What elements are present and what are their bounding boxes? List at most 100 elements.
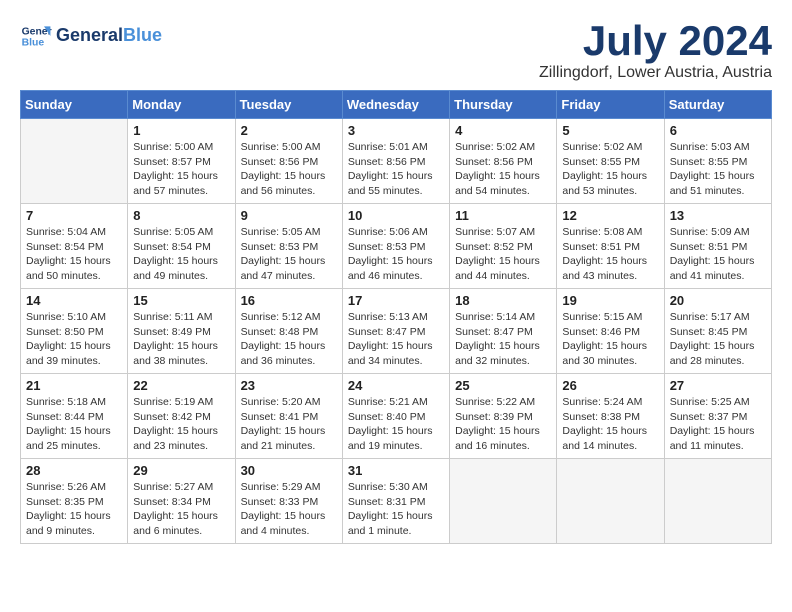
- calendar-cell: 30 Sunrise: 5:29 AM Sunset: 8:33 PM Dayli…: [235, 459, 342, 544]
- day-info: Sunrise: 5:10 AM Sunset: 8:50 PM Dayligh…: [26, 310, 122, 369]
- calendar-cell: [664, 459, 771, 544]
- calendar-cell: 21 Sunrise: 5:18 AM Sunset: 8:44 PM Dayli…: [21, 374, 128, 459]
- day-number: 9: [241, 208, 337, 223]
- weekday-header: Sunday: [21, 91, 128, 119]
- day-info: Sunrise: 5:13 AM Sunset: 8:47 PM Dayligh…: [348, 310, 444, 369]
- day-info: Sunrise: 5:07 AM Sunset: 8:52 PM Dayligh…: [455, 225, 551, 284]
- calendar-cell: 5Sunrise: 5:02 AM Sunset: 8:55 PM Daylig…: [557, 119, 664, 204]
- logo-icon: General Blue: [20, 20, 52, 52]
- calendar-week-row: 21 Sunrise: 5:18 AM Sunset: 8:44 PM Dayli…: [21, 374, 772, 459]
- calendar-cell: 3 Sunrise: 5:01 AM Sunset: 8:56 PM Daylig…: [342, 119, 449, 204]
- calendar-cell: 6Sunrise: 5:03 AM Sunset: 8:55 PM Daylig…: [664, 119, 771, 204]
- calendar-cell: 23 Sunrise: 5:20 AM Sunset: 8:41 PM Dayli…: [235, 374, 342, 459]
- day-number: 25: [455, 378, 551, 393]
- calendar-week-row: 28Sunrise: 5:26 AM Sunset: 8:35 PM Dayli…: [21, 459, 772, 544]
- day-info: Sunrise: 5:22 AM Sunset: 8:39 PM Dayligh…: [455, 395, 551, 454]
- calendar-cell: [557, 459, 664, 544]
- day-info: Sunrise: 5:18 AM Sunset: 8:44 PM Dayligh…: [26, 395, 122, 454]
- day-number: 3: [348, 123, 444, 138]
- day-number: 1: [133, 123, 229, 138]
- day-number: 12: [562, 208, 658, 223]
- day-info: Sunrise: 5:17 AM Sunset: 8:45 PM Dayligh…: [670, 310, 766, 369]
- day-info: Sunrise: 5:02 AM Sunset: 8:56 PM Dayligh…: [455, 140, 551, 199]
- day-info: Sunrise: 5:20 AM Sunset: 8:41 PM Dayligh…: [241, 395, 337, 454]
- calendar-cell: 15 Sunrise: 5:11 AM Sunset: 8:49 PM Dayli…: [128, 289, 235, 374]
- day-info: Sunrise: 5:06 AM Sunset: 8:53 PM Dayligh…: [348, 225, 444, 284]
- weekday-header: Wednesday: [342, 91, 449, 119]
- calendar-cell: 28Sunrise: 5:26 AM Sunset: 8:35 PM Dayli…: [21, 459, 128, 544]
- day-number: 27: [670, 378, 766, 393]
- calendar-body: 1 Sunrise: 5:00 AM Sunset: 8:57 PM Daylig…: [21, 119, 772, 544]
- calendar-cell: 29 Sunrise: 5:27 AM Sunset: 8:34 PM Dayli…: [128, 459, 235, 544]
- weekday-header: Monday: [128, 91, 235, 119]
- calendar-cell: 4 Sunrise: 5:02 AM Sunset: 8:56 PM Daylig…: [450, 119, 557, 204]
- calendar-cell: 13 Sunrise: 5:09 AM Sunset: 8:51 PM Dayli…: [664, 204, 771, 289]
- calendar-cell: 31Sunrise: 5:30 AM Sunset: 8:31 PM Dayli…: [342, 459, 449, 544]
- weekday-header: Tuesday: [235, 91, 342, 119]
- day-info: Sunrise: 5:09 AM Sunset: 8:51 PM Dayligh…: [670, 225, 766, 284]
- day-number: 13: [670, 208, 766, 223]
- logo-text: GeneralBlue: [56, 26, 162, 46]
- month-title: July 2024: [539, 20, 772, 62]
- day-number: 21: [26, 378, 122, 393]
- day-number: 24: [348, 378, 444, 393]
- day-number: 10: [348, 208, 444, 223]
- day-info: Sunrise: 5:27 AM Sunset: 8:34 PM Dayligh…: [133, 480, 229, 539]
- calendar-cell: [21, 119, 128, 204]
- day-info: Sunrise: 5:03 AM Sunset: 8:55 PM Dayligh…: [670, 140, 766, 199]
- weekday-header: Friday: [557, 91, 664, 119]
- day-number: 26: [562, 378, 658, 393]
- day-info: Sunrise: 5:05 AM Sunset: 8:54 PM Dayligh…: [133, 225, 229, 284]
- day-number: 30: [241, 463, 337, 478]
- day-number: 5: [562, 123, 658, 138]
- logo: General Blue GeneralBlue: [20, 20, 162, 52]
- day-info: Sunrise: 5:08 AM Sunset: 8:51 PM Dayligh…: [562, 225, 658, 284]
- day-number: 2: [241, 123, 337, 138]
- calendar-cell: 14 Sunrise: 5:10 AM Sunset: 8:50 PM Dayli…: [21, 289, 128, 374]
- day-info: Sunrise: 5:00 AM Sunset: 8:56 PM Dayligh…: [241, 140, 337, 199]
- calendar-cell: 12 Sunrise: 5:08 AM Sunset: 8:51 PM Dayli…: [557, 204, 664, 289]
- calendar-cell: 22 Sunrise: 5:19 AM Sunset: 8:42 PM Dayli…: [128, 374, 235, 459]
- day-info: Sunrise: 5:00 AM Sunset: 8:57 PM Dayligh…: [133, 140, 229, 199]
- day-info: Sunrise: 5:12 AM Sunset: 8:48 PM Dayligh…: [241, 310, 337, 369]
- day-number: 17: [348, 293, 444, 308]
- day-info: Sunrise: 5:01 AM Sunset: 8:56 PM Dayligh…: [348, 140, 444, 199]
- weekday-header: Saturday: [664, 91, 771, 119]
- calendar-header-row: SundayMondayTuesdayWednesdayThursdayFrid…: [21, 91, 772, 119]
- day-number: 22: [133, 378, 229, 393]
- calendar-cell: 16 Sunrise: 5:12 AM Sunset: 8:48 PM Dayli…: [235, 289, 342, 374]
- day-number: 20: [670, 293, 766, 308]
- day-info: Sunrise: 5:04 AM Sunset: 8:54 PM Dayligh…: [26, 225, 122, 284]
- day-info: Sunrise: 5:19 AM Sunset: 8:42 PM Dayligh…: [133, 395, 229, 454]
- calendar-week-row: 7 Sunrise: 5:04 AM Sunset: 8:54 PM Daylig…: [21, 204, 772, 289]
- day-number: 29: [133, 463, 229, 478]
- day-info: Sunrise: 5:05 AM Sunset: 8:53 PM Dayligh…: [241, 225, 337, 284]
- calendar-cell: 8 Sunrise: 5:05 AM Sunset: 8:54 PM Daylig…: [128, 204, 235, 289]
- calendar-cell: 2 Sunrise: 5:00 AM Sunset: 8:56 PM Daylig…: [235, 119, 342, 204]
- day-number: 7: [26, 208, 122, 223]
- calendar-cell: 1 Sunrise: 5:00 AM Sunset: 8:57 PM Daylig…: [128, 119, 235, 204]
- day-info: Sunrise: 5:15 AM Sunset: 8:46 PM Dayligh…: [562, 310, 658, 369]
- day-number: 4: [455, 123, 551, 138]
- day-number: 14: [26, 293, 122, 308]
- day-number: 16: [241, 293, 337, 308]
- calendar-cell: 10 Sunrise: 5:06 AM Sunset: 8:53 PM Dayli…: [342, 204, 449, 289]
- calendar-cell: [450, 459, 557, 544]
- day-info: Sunrise: 5:24 AM Sunset: 8:38 PM Dayligh…: [562, 395, 658, 454]
- day-info: Sunrise: 5:29 AM Sunset: 8:33 PM Dayligh…: [241, 480, 337, 539]
- location: Zillingdorf, Lower Austria, Austria: [539, 64, 772, 82]
- calendar-table: SundayMondayTuesdayWednesdayThursdayFrid…: [20, 90, 772, 544]
- day-number: 11: [455, 208, 551, 223]
- day-info: Sunrise: 5:26 AM Sunset: 8:35 PM Dayligh…: [26, 480, 122, 539]
- day-info: Sunrise: 5:14 AM Sunset: 8:47 PM Dayligh…: [455, 310, 551, 369]
- calendar-cell: 26 Sunrise: 5:24 AM Sunset: 8:38 PM Dayli…: [557, 374, 664, 459]
- day-info: Sunrise: 5:30 AM Sunset: 8:31 PM Dayligh…: [348, 480, 444, 539]
- day-number: 8: [133, 208, 229, 223]
- day-number: 15: [133, 293, 229, 308]
- calendar-cell: 9 Sunrise: 5:05 AM Sunset: 8:53 PM Daylig…: [235, 204, 342, 289]
- calendar-cell: 7 Sunrise: 5:04 AM Sunset: 8:54 PM Daylig…: [21, 204, 128, 289]
- day-info: Sunrise: 5:11 AM Sunset: 8:49 PM Dayligh…: [133, 310, 229, 369]
- page-header: General Blue GeneralBlue July 2024 Zilli…: [20, 20, 772, 82]
- day-number: 23: [241, 378, 337, 393]
- title-block: July 2024 Zillingdorf, Lower Austria, Au…: [539, 20, 772, 82]
